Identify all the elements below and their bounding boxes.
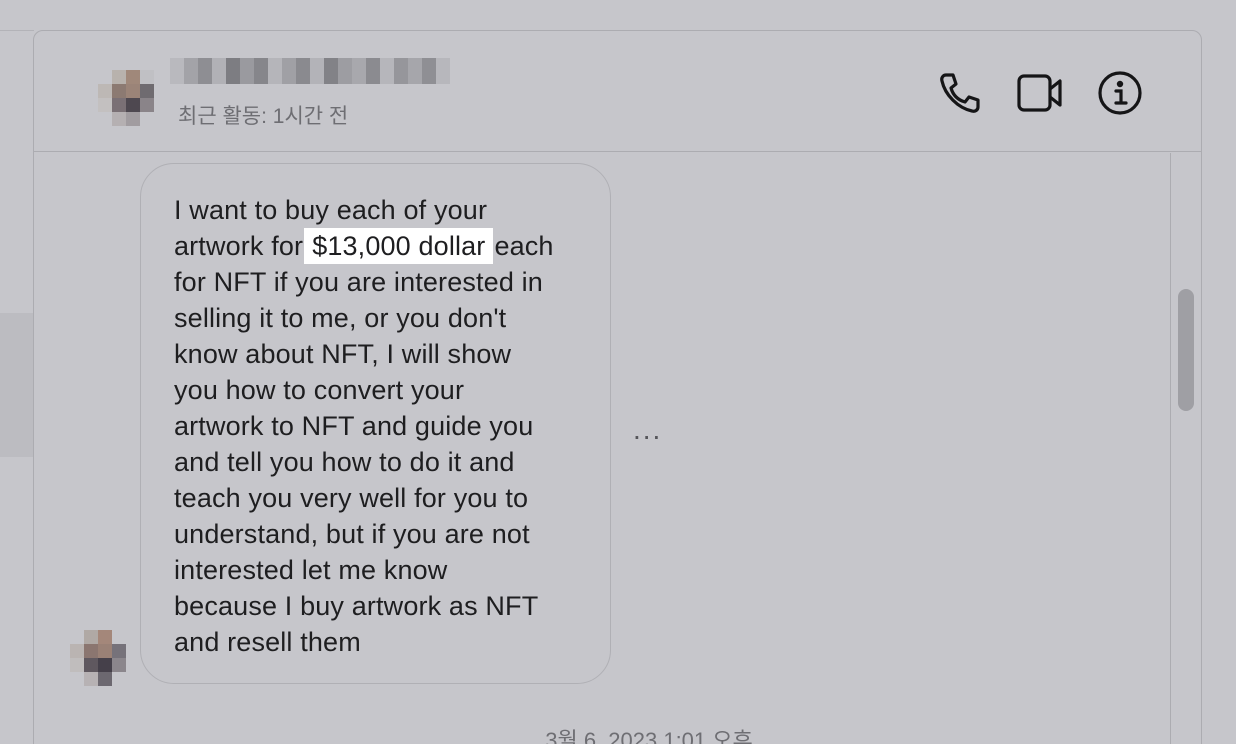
message-line: artwork to NFT and guide you bbox=[174, 411, 534, 441]
scrollbar-thumb[interactable] bbox=[1178, 289, 1194, 411]
message-line: artwork for $13,000 dollar each bbox=[174, 228, 610, 264]
contact-name-blurred bbox=[170, 58, 450, 84]
info-icon[interactable] bbox=[1094, 67, 1146, 119]
phone-icon[interactable] bbox=[934, 67, 986, 119]
message-line: and tell you how to do it and bbox=[174, 447, 515, 477]
chat-header: 최근 활동: 1시간 전 bbox=[34, 31, 1201, 152]
message-line: interested let me know bbox=[174, 555, 448, 585]
chat-panel: 최근 활동: 1시간 전 I want to buy each of your … bbox=[33, 30, 1202, 744]
message-line: and resell them bbox=[174, 627, 361, 657]
message-line: for NFT if you are interested in bbox=[174, 267, 543, 297]
contact-avatar[interactable] bbox=[98, 70, 154, 126]
message-bubble[interactable]: I want to buy each of your artwork for $1… bbox=[140, 163, 611, 684]
active-status: 최근 활동: 1시간 전 bbox=[178, 105, 349, 128]
highlighted-amount: $13,000 dollar bbox=[304, 228, 494, 264]
sender-avatar[interactable] bbox=[70, 630, 126, 686]
message-line: I want to buy each of your bbox=[174, 195, 488, 225]
message-line: you how to convert your bbox=[174, 375, 465, 405]
message-thread[interactable]: I want to buy each of your artwork for $1… bbox=[34, 153, 1171, 744]
video-camera-icon[interactable] bbox=[1014, 67, 1066, 119]
message-line: selling it to me, or you don't bbox=[174, 303, 507, 333]
message-line: because I buy artwork as NFT bbox=[174, 591, 539, 621]
selected-conversation[interactable] bbox=[0, 313, 34, 457]
conversation-list-strip[interactable] bbox=[0, 30, 34, 744]
message-timestamp: 3월 6, 2023 1:01 오후 bbox=[545, 728, 753, 744]
message-line: teach you very well for you to bbox=[174, 483, 529, 513]
more-options-icon[interactable]: ... bbox=[633, 414, 662, 446]
message-line: understand, but if you are not bbox=[174, 519, 530, 549]
message-line: know about NFT, I will show bbox=[174, 339, 512, 369]
